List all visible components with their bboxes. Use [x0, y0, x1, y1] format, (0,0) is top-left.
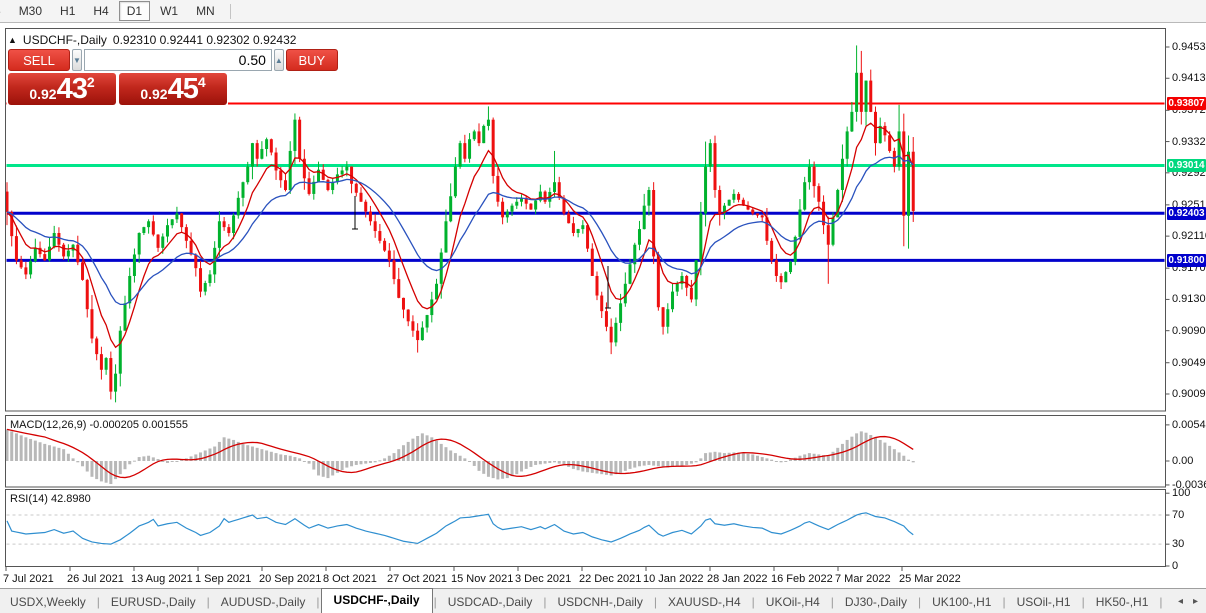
- volume-increase-button[interactable]: ▲: [274, 49, 284, 71]
- chart-tab-uk100-h1[interactable]: UK100-,H1: [922, 592, 1001, 612]
- chart-tab-audusd-daily[interactable]: AUDUSD-,Daily: [211, 592, 316, 612]
- date-label: 28 Jan 2022: [707, 573, 768, 585]
- price-axis-label: 0.94530: [1172, 41, 1206, 53]
- price-axis-label: 0.90900: [1172, 325, 1206, 337]
- date-label: 7 Mar 2022: [835, 573, 891, 585]
- price-level-badge: 0.93807: [1167, 97, 1206, 110]
- macd-name: MACD(12,26,9): [10, 419, 86, 431]
- collapse-one-click-icon[interactable]: ▲: [8, 36, 17, 45]
- macd-values: -0.000205 0.001555: [89, 419, 187, 431]
- rsi-axis-label: 100: [1172, 487, 1190, 499]
- date-label: 3 Dec 2021: [515, 573, 571, 585]
- buy-price-main: 45: [168, 75, 198, 104]
- buy-price-pip: 4: [198, 75, 206, 89]
- one-click-trade-panel: SELL ▼ ▲ BUY 0.92432 0.92454: [7, 48, 228, 106]
- sell-price-pip: 2: [87, 75, 95, 89]
- trading-platform-window: { "toolbar": { "timeframes": [ {"label":…: [0, 0, 1206, 613]
- chart-tab-usdcad-daily[interactable]: USDCAD-,Daily: [438, 592, 543, 612]
- buy-price-display[interactable]: 0.92454: [119, 73, 227, 105]
- macd-axis-label: 0.005489: [1172, 419, 1206, 431]
- tab-separator: |: [1158, 595, 1163, 609]
- tab-scroll-left-icon[interactable]: ◂: [1178, 596, 1183, 607]
- rsi-name: RSI(14): [10, 493, 48, 505]
- price-axis-label: 0.94130: [1172, 72, 1206, 84]
- rsi-pane: [6, 490, 1166, 567]
- volume-decrease-button[interactable]: ▼: [72, 49, 82, 71]
- rsi-axis-label: 0: [1172, 560, 1178, 572]
- price-axis-label: 0.91300: [1172, 293, 1206, 305]
- sell-price-display[interactable]: 0.92432: [8, 73, 116, 105]
- tab-scroll-arrows: ◂▸: [1178, 596, 1198, 607]
- sell-price-main: 43: [57, 75, 87, 104]
- price-level-badge: 0.92403: [1167, 207, 1206, 220]
- buy-button[interactable]: BUY: [286, 49, 338, 71]
- chart-tab-xauusd-h4[interactable]: XAUUSD-,H4: [658, 592, 751, 612]
- ohlc-values: 0.92310 0.92441 0.92302 0.92432: [113, 33, 297, 47]
- date-label: 26 Jul 2021: [67, 573, 124, 585]
- price-axis-label: 0.93320: [1172, 136, 1206, 148]
- chart-tab-usdchf-daily[interactable]: USDCHF-,Daily: [321, 588, 433, 613]
- chevron-down-icon: ▼: [73, 56, 81, 65]
- date-label: 20 Sep 2021: [259, 573, 321, 585]
- chart-tab-bar: USDX,Weekly|EURUSD-,Daily|AUDUSD-,Daily|…: [0, 588, 1206, 613]
- price-axis-label: 0.90490: [1172, 357, 1206, 369]
- tab-scroll-right-icon[interactable]: ▸: [1193, 596, 1198, 607]
- chart-tab-usoil-h1[interactable]: USOil-,H1: [1007, 592, 1081, 612]
- date-label: 15 Nov 2021: [451, 573, 513, 585]
- sell-price-prefix: 0.92: [29, 87, 56, 101]
- date-label: 7 Jul 2021: [3, 573, 54, 585]
- date-label: 1 Sep 2021: [195, 573, 251, 585]
- price-axis-label: 0.92110: [1172, 230, 1206, 242]
- rsi-value: 42.8980: [51, 493, 91, 505]
- volume-input[interactable]: [84, 49, 272, 71]
- price-level-badge: 0.93014: [1167, 159, 1206, 172]
- macd-axis-label: 0.00: [1172, 455, 1193, 467]
- chart-tab-eurusd-daily[interactable]: EURUSD-,Daily: [101, 592, 206, 612]
- date-label: 25 Mar 2022: [899, 573, 961, 585]
- date-label: 13 Aug 2021: [131, 573, 193, 585]
- price-level-badge: 0.91800: [1167, 254, 1206, 267]
- price-axis-label: 0.90090: [1172, 388, 1206, 400]
- rsi-label: RSI(14) 42.8980: [10, 493, 91, 505]
- chart-tab-dj30-daily[interactable]: DJ30-,Daily: [835, 592, 917, 612]
- chart-tab-hk50-h1[interactable]: HK50-,H1: [1086, 592, 1159, 612]
- date-label: 27 Oct 2021: [387, 573, 447, 585]
- sell-button[interactable]: SELL: [8, 49, 70, 71]
- date-label: 10 Jan 2022: [643, 573, 704, 585]
- symbol-label: USDCHF-,Daily: [23, 33, 107, 47]
- rsi-axis-label: 70: [1172, 509, 1184, 521]
- buy-price-prefix: 0.92: [140, 87, 167, 101]
- date-label: 16 Feb 2022: [771, 573, 833, 585]
- chart-tab-usdx-weekly[interactable]: USDX,Weekly: [0, 592, 96, 612]
- rsi-axis-label: 30: [1172, 538, 1184, 550]
- chart-header: ▲ USDCHF-,Daily 0.92310 0.92441 0.92302 …: [8, 33, 296, 47]
- date-label: 8 Oct 2021: [323, 573, 377, 585]
- chevron-up-icon: ▲: [275, 56, 283, 65]
- macd-label: MACD(12,26,9) -0.000205 0.001555: [10, 419, 188, 431]
- date-label: 22 Dec 2021: [579, 573, 641, 585]
- chart-tab-ukoil-h4[interactable]: UKOil-,H4: [756, 592, 830, 612]
- chart-tab-usdcnh-daily[interactable]: USDCNH-,Daily: [548, 592, 653, 612]
